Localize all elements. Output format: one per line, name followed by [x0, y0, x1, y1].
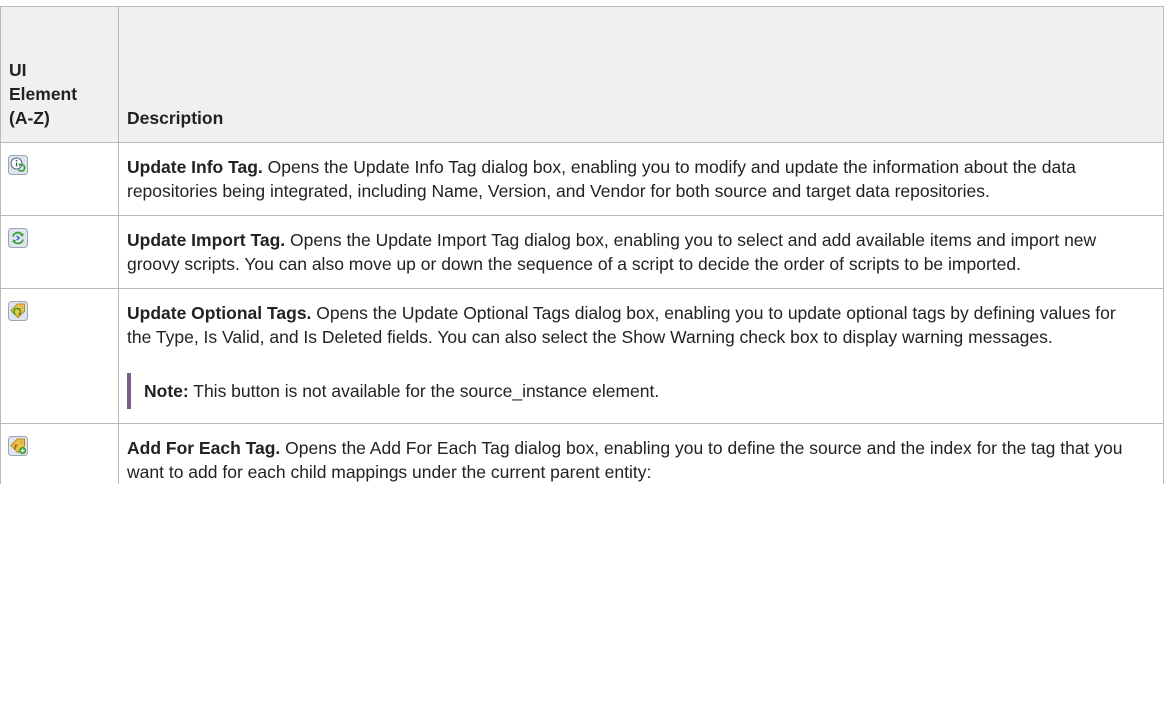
description-cell: Update Info Tag. Opens the Update Info T…: [118, 142, 1164, 216]
element-title: Update Import Tag.: [127, 230, 286, 250]
description-cell: Update Import Tag. Opens the Update Impo…: [118, 215, 1164, 289]
header-line-ui: UI: [9, 60, 27, 80]
table-row: Update Import Tag. Opens the Update Impo…: [0, 215, 1164, 289]
update-optional-tags-icon: [8, 301, 28, 321]
icon-cell: [0, 215, 119, 289]
note-label: Note:: [144, 381, 189, 401]
add-for-each-tag-icon: F: [8, 436, 28, 456]
ui-elements-table: UI Element (A-Z) Description Update Info T…: [0, 6, 1164, 484]
svg-text:F: F: [14, 444, 18, 451]
header-line-az: (A-Z): [9, 108, 50, 128]
element-description: Opens the Update Info Tag dialog box, en…: [127, 157, 1076, 201]
description-cell: Add For Each Tag. Opens the Add For Each…: [118, 423, 1164, 484]
note-callout: Note: This button is not available for t…: [127, 373, 1141, 409]
element-title: Add For Each Tag.: [127, 438, 281, 458]
table-header-row: UI Element (A-Z) Description: [0, 6, 1164, 143]
table-row: Update Info Tag. Opens the Update Info T…: [0, 142, 1164, 216]
update-import-tag-icon: [8, 228, 28, 248]
column-header-description: Description: [118, 6, 1164, 143]
update-info-tag-icon: [8, 155, 28, 175]
description-cell: Update Optional Tags. Opens the Update O…: [118, 288, 1164, 424]
icon-cell: [0, 142, 119, 216]
icon-cell: F: [0, 423, 119, 484]
element-title: Update Optional Tags.: [127, 303, 312, 323]
table-row: F Add For Each Tag. Opens the Add For Ea…: [0, 423, 1164, 484]
note-text: This button is not available for the sou…: [188, 381, 660, 401]
header-line-element: Element: [9, 84, 78, 104]
element-paragraph: Update Optional Tags. Opens the Update O…: [127, 301, 1141, 349]
column-header-ui-element: UI Element (A-Z): [0, 6, 119, 143]
icon-cell: [0, 288, 119, 424]
element-title: Update Info Tag.: [127, 157, 263, 177]
table-row: Update Optional Tags. Opens the Update O…: [0, 288, 1164, 424]
